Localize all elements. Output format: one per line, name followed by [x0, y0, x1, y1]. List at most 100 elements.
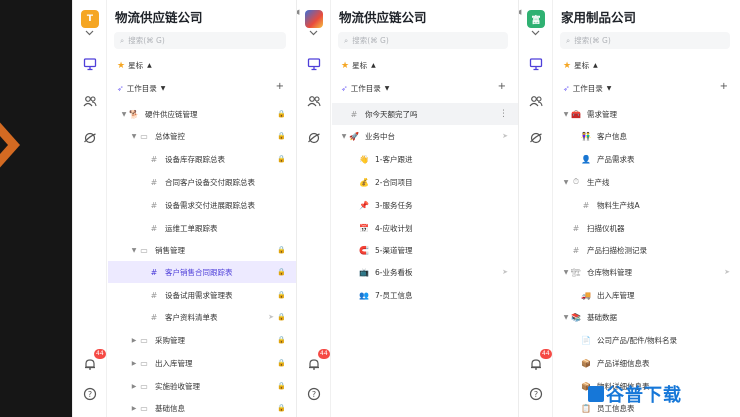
bell-icon[interactable]: 44 — [524, 349, 552, 376]
tree-item[interactable]: 👤 产品需求表 — [554, 148, 740, 170]
hand-icon: 👋 — [359, 154, 369, 164]
send-icon: ➤ — [502, 268, 508, 276]
folder-icon: 🐕 — [129, 109, 139, 119]
tree-item[interactable]: ▼ 🚀 业务中台 ➤ — [332, 125, 518, 147]
tree-item[interactable]: # 运维工单跟踪表 — [108, 217, 296, 239]
starred-section[interactable]: ★ 星标 ▲ — [341, 60, 376, 71]
search-icon: ⌕ — [566, 35, 571, 45]
workspace-label: 工作目录 — [126, 84, 157, 93]
contacts-icon[interactable] — [78, 89, 102, 113]
tree-item[interactable]: 📦 产品详细信息表 — [554, 352, 740, 374]
package-icon: 📦 — [581, 358, 591, 368]
table-icon: # — [572, 245, 580, 255]
tree-item-hover[interactable]: # 你今天额完了吗 ⋮ — [332, 103, 518, 125]
rocket-icon: ➶ — [341, 84, 348, 93]
tree-item[interactable]: 🧲 5-渠道管理 — [332, 239, 518, 261]
tree-item[interactable]: # 合同客户设备交付跟踪总表 — [108, 171, 296, 193]
tree-item[interactable]: # 产品扫描检测记录 — [554, 239, 740, 261]
tree-item[interactable]: ▶ ▭ 基础信息 🔒 — [108, 397, 296, 417]
workspace-panel-3: ◀ 富 44 ? 家用制品公司 ⌕ 搜索( — [518, 0, 740, 417]
chevron-down-icon: ▼ — [160, 85, 166, 92]
help-icon[interactable]: ? — [524, 382, 548, 406]
more-icon[interactable]: ⋮ — [499, 109, 508, 119]
lock-icon: 🔒 — [277, 268, 286, 276]
add-icon[interactable]: + — [720, 81, 728, 92]
caret-down-icon: ▼ — [563, 268, 569, 276]
workspace-section[interactable]: ➶ 工作目录 ▼ — [563, 83, 611, 94]
tree-item[interactable]: 💰 2-合同项目 — [332, 171, 518, 193]
folder-icon: ▭ — [140, 335, 148, 345]
chevron-up-icon: ▲ — [371, 62, 376, 69]
bell-icon[interactable]: 44 — [302, 349, 330, 376]
starred-label: 星标 — [574, 61, 590, 70]
tree-item[interactable]: 📅 4-应收计划 — [332, 217, 518, 239]
caret-right-icon: ▶ — [131, 336, 137, 344]
search-input[interactable]: ⌕ 搜索(⌘ G) — [560, 32, 730, 49]
workspace-avatar-image[interactable] — [305, 10, 323, 28]
tree-item[interactable]: ▶ ▭ 出入库管理 🔒 — [108, 352, 296, 374]
chevron-down-icon[interactable] — [309, 30, 318, 36]
discover-icon[interactable] — [524, 126, 548, 150]
tree-item[interactable]: # 设备需求交付进展跟踪总表 — [108, 194, 296, 216]
workspace-section[interactable]: ➶ 工作目录 ▼ — [341, 83, 389, 94]
tree-item[interactable]: 📄 公司产品/配件/物料名录 — [554, 329, 740, 351]
caret-down-icon: ▼ — [121, 110, 127, 118]
chevron-down-icon[interactable] — [531, 30, 540, 36]
notification-badge: 44 — [318, 349, 330, 359]
monitor-icon[interactable] — [78, 52, 102, 76]
tree-item[interactable]: ▼ 🏗 仓库物料管理 ➤ — [554, 261, 740, 283]
caret-down-icon: ▼ — [563, 178, 569, 186]
tree-item[interactable]: ▼ 🧰 需求管理 — [554, 103, 740, 125]
workspace-avatar[interactable]: T — [81, 10, 99, 28]
tree-item[interactable]: 👫 客户信息 — [554, 125, 740, 147]
tree-item[interactable]: # 扫描仪机器 — [554, 217, 740, 239]
pin-icon: 📌 — [359, 200, 369, 210]
starred-section[interactable]: ★ 星标 ▲ — [563, 60, 598, 71]
search-input[interactable]: ⌕ 搜索(⌘ G) — [338, 32, 508, 49]
truck-icon: 🚚 — [581, 290, 591, 300]
tree-item[interactable]: ▼ ▭ 总体管控 🔒 — [108, 125, 296, 147]
help-icon[interactable]: ? — [78, 382, 102, 406]
tree-item[interactable]: ▶ ▭ 采购管理 🔒 — [108, 329, 296, 351]
chevron-up-icon: ▲ — [147, 62, 152, 69]
discover-icon[interactable] — [302, 126, 326, 150]
star-icon: ★ — [341, 60, 350, 71]
star-icon: ★ — [117, 60, 126, 71]
discover-icon[interactable] — [78, 126, 102, 150]
tree-item[interactable]: 👥 7-员工信息 — [332, 284, 518, 306]
tree-item[interactable]: 👋 1-客户跟进 — [332, 148, 518, 170]
chevron-down-icon[interactable] — [85, 30, 94, 36]
tree-item[interactable]: ▼ ⏱ 生产线 — [554, 171, 740, 193]
monitor-icon[interactable] — [524, 52, 548, 76]
workspace-section[interactable]: ➶ 工作目录 ▼ — [117, 83, 165, 94]
add-icon[interactable]: + — [498, 81, 506, 92]
tree-item[interactable]: ▶ ▭ 实施验收管理 🔒 — [108, 375, 296, 397]
monitor-icon[interactable] — [302, 52, 326, 76]
tree-item-selected[interactable]: # 客户销售合同跟踪表 🔒 — [108, 261, 296, 283]
bell-icon[interactable]: 44 — [78, 349, 106, 376]
table-icon: # — [150, 267, 158, 277]
calendar-icon: 📅 — [359, 223, 369, 233]
tree-item[interactable]: 📌 3-服务任务 — [332, 194, 518, 216]
help-icon[interactable]: ? — [302, 382, 326, 406]
tree-item[interactable]: ▼ 🐕 硬件供应链管理 🔒 — [108, 103, 296, 125]
starred-section[interactable]: ★ 星标 ▲ — [117, 60, 152, 71]
tree-item[interactable]: ▼ 📚 基础数据 — [554, 306, 740, 328]
tree-item[interactable]: # 设备试用需求管理表 🔒 — [108, 284, 296, 306]
workspace-avatar[interactable]: 富 — [527, 10, 545, 28]
tree-item[interactable]: 📺 6-业务看板 ➤ — [332, 261, 518, 283]
caret-down-icon: ▼ — [341, 132, 347, 140]
add-icon[interactable]: + — [276, 81, 284, 92]
contacts-icon[interactable] — [302, 89, 326, 113]
svg-text:?: ? — [312, 390, 316, 399]
tree-item[interactable]: # 客户资料清单表 ➤ 🔒 — [108, 306, 296, 328]
dashboard-icon: 📺 — [359, 267, 369, 277]
tree-item[interactable]: # 物料生产线A — [554, 194, 740, 216]
rocket-icon: ➶ — [563, 84, 570, 93]
tree-item[interactable]: 🚚 出入库管理 — [554, 284, 740, 306]
contacts-icon[interactable] — [524, 89, 548, 113]
workspace-label: 工作目录 — [572, 84, 603, 93]
tree-item[interactable]: # 设备库存跟踪总表 🔒 — [108, 148, 296, 170]
search-input[interactable]: ⌕ 搜索(⌘ G) — [114, 32, 286, 49]
tree-item[interactable]: ▼ ▭ 销售管理 🔒 — [108, 239, 296, 261]
